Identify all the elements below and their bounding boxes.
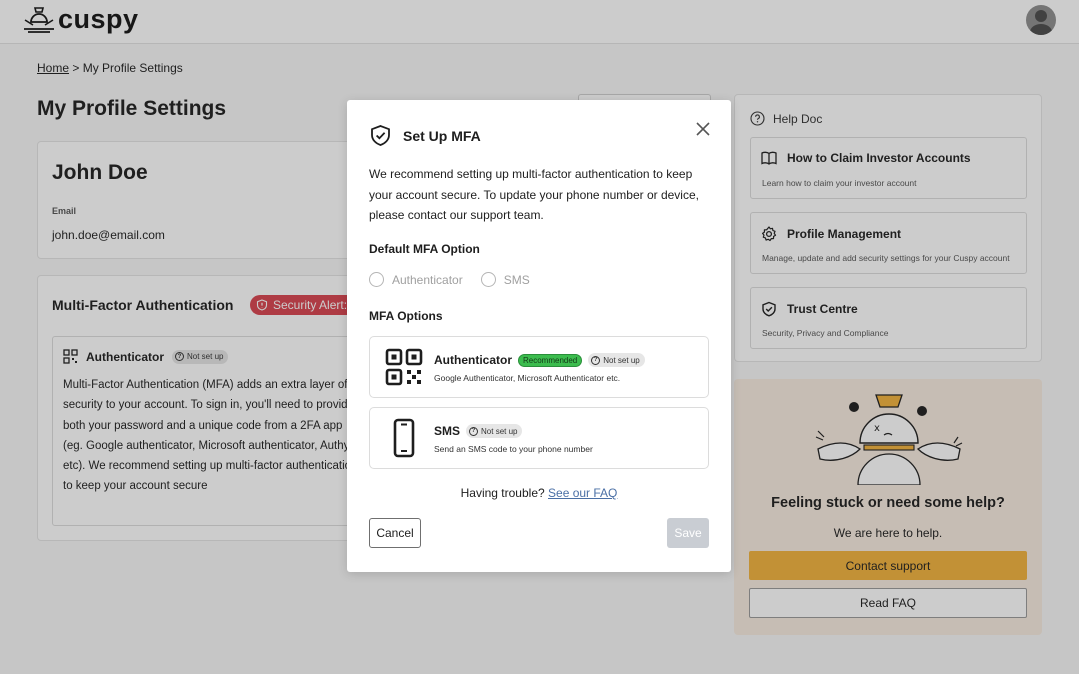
status-badge: ? Not set up — [588, 353, 645, 367]
status-text: Not set up — [603, 355, 640, 365]
option-title-row: SMS ? Not set up — [434, 424, 523, 438]
setup-mfa-modal: Set Up MFA We recommend setting up multi… — [347, 100, 731, 572]
close-icon[interactable] — [694, 120, 712, 138]
mfa-options-label: MFA Options — [369, 309, 443, 323]
see-faq-link[interactable]: See our FAQ — [548, 486, 617, 500]
modal-header: Set Up MFA — [369, 124, 481, 147]
option-title: SMS — [434, 424, 461, 438]
modal-description: We recommend setting up multi-factor aut… — [369, 167, 699, 222]
modal-title: Set Up MFA — [403, 127, 481, 144]
trouble-text: Having trouble? — [460, 486, 545, 500]
option-description: Send an SMS code to your phone number — [434, 444, 593, 454]
radio-label: SMS — [503, 272, 530, 287]
default-mfa-label: Default MFA Option — [369, 242, 480, 256]
radio-circle[interactable] — [480, 272, 496, 287]
option-title: Authenticator — [434, 353, 512, 367]
radio-authenticator[interactable]: Authenticator — [369, 272, 463, 287]
question-icon: ? — [591, 355, 601, 365]
smartphone-icon — [393, 418, 415, 458]
shield-check-icon — [371, 125, 390, 146]
radio-sms[interactable]: SMS — [480, 272, 530, 287]
question-icon: ? — [469, 426, 479, 436]
status-text: Not set up — [481, 426, 518, 436]
save-button[interactable]: Save — [667, 518, 709, 548]
option-description: Google Authenticator, Microsoft Authenti… — [434, 373, 621, 383]
qr-code-icon — [385, 348, 423, 386]
recommended-badge: Recommended — [518, 353, 583, 367]
status-badge: ? Not set up — [466, 424, 523, 438]
radio-label: Authenticator — [392, 272, 463, 287]
mfa-option-sms[interactable]: SMS ? Not set up Send an SMS code to you… — [369, 407, 709, 469]
trouble-row: Having trouble? See our FAQ — [347, 486, 731, 500]
cancel-button[interactable]: Cancel — [369, 518, 421, 548]
option-title-row: Authenticator Recommended ? Not set up — [434, 353, 645, 367]
default-mfa-radio-group: Authenticator SMS — [369, 272, 548, 287]
radio-circle[interactable] — [369, 272, 384, 287]
mfa-option-authenticator[interactable]: Authenticator Recommended ? Not set up G… — [369, 336, 709, 398]
